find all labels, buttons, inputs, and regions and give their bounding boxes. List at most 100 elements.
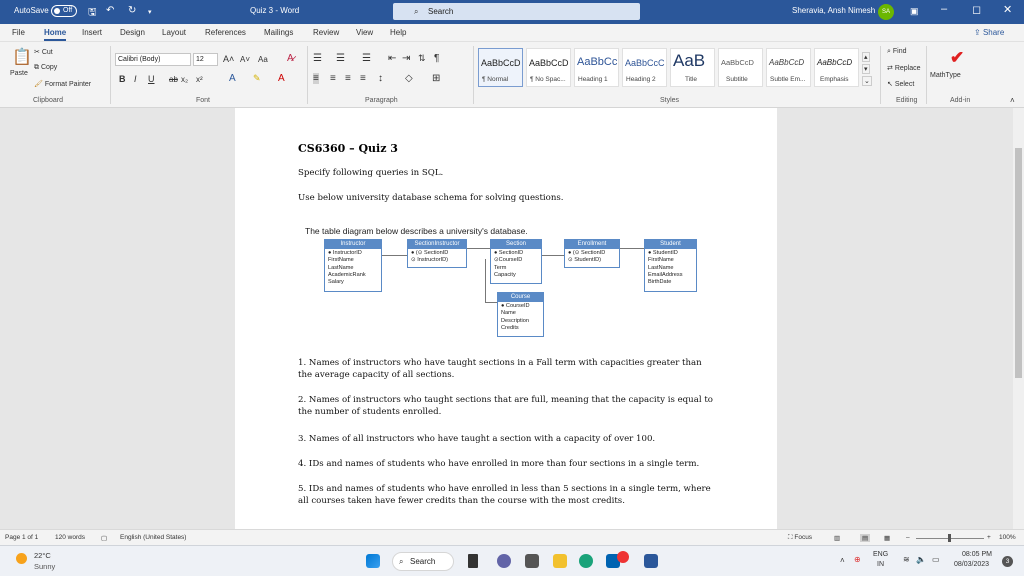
collapse-ribbon-icon[interactable]: ˄ bbox=[1010, 96, 1015, 105]
tab-review[interactable]: Review bbox=[313, 28, 339, 37]
document-page[interactable]: CS6360 – Quiz 3 Specify following querie… bbox=[235, 108, 777, 529]
select-button[interactable]: ↖ Select bbox=[887, 80, 914, 88]
zoom-level[interactable]: 100% bbox=[999, 534, 1016, 541]
superscript-icon[interactable]: x² bbox=[196, 75, 203, 84]
align-center-icon[interactable]: ≡ bbox=[330, 73, 336, 84]
wifi-icon[interactable]: ≋ bbox=[903, 555, 910, 564]
zoom-slider-thumb[interactable] bbox=[948, 534, 951, 542]
chrome-icon[interactable] bbox=[617, 551, 629, 563]
copy-button[interactable]: ⧉ Copy bbox=[34, 64, 57, 72]
find-button[interactable]: ⌕ Find bbox=[887, 48, 907, 56]
style-subtitle[interactable]: AaBbCcD Subtitle bbox=[718, 48, 763, 87]
read-mode-icon[interactable]: ▥ bbox=[834, 534, 840, 542]
decrease-indent-icon[interactable]: ⇤ bbox=[388, 53, 396, 64]
clock-date[interactable]: 08/03/2023 bbox=[954, 561, 989, 568]
taskbar-search[interactable]: ⌕ Search bbox=[392, 552, 454, 571]
tray-app-icon[interactable]: ⊕ bbox=[854, 555, 861, 564]
zoom-in-icon[interactable]: + bbox=[987, 534, 991, 541]
sort-icon[interactable]: ⇅ bbox=[418, 53, 426, 64]
clock-time[interactable]: 08:05 PM bbox=[962, 551, 992, 558]
cut-button[interactable]: ✂ Cut bbox=[34, 48, 53, 56]
shrink-font-icon[interactable]: A˅ bbox=[240, 55, 250, 64]
web-layout-icon[interactable]: ▦ bbox=[884, 534, 890, 542]
numbering-icon[interactable]: ☰ bbox=[336, 53, 345, 64]
align-left-icon[interactable]: ≡ bbox=[313, 73, 319, 84]
redo-icon[interactable]: ↻ bbox=[128, 5, 136, 16]
weather-temp[interactable]: 22°C bbox=[34, 551, 51, 560]
font-size-field[interactable]: 12 bbox=[193, 53, 218, 66]
scrollbar-thumb[interactable] bbox=[1015, 148, 1022, 378]
file-explorer-icon[interactable] bbox=[553, 554, 567, 568]
customize-qat-icon[interactable]: ▾ bbox=[148, 8, 152, 16]
zoom-out-icon[interactable]: – bbox=[906, 534, 910, 541]
lang-secondary[interactable]: IN bbox=[877, 561, 884, 568]
tab-help[interactable]: Help bbox=[390, 28, 406, 37]
style-title[interactable]: AaB Title bbox=[670, 48, 715, 87]
grow-font-icon[interactable]: A˄ bbox=[223, 54, 234, 64]
vertical-scrollbar[interactable] bbox=[1013, 108, 1024, 529]
multilevel-list-icon[interactable]: ☰ bbox=[362, 53, 371, 64]
volume-icon[interactable]: 🔈 bbox=[916, 555, 926, 564]
tray-chevron-icon[interactable]: ˄ bbox=[840, 556, 845, 565]
tab-mailings[interactable]: Mailings bbox=[264, 28, 293, 37]
style-no-spacing[interactable]: AaBbCcD ¶ No Spac... bbox=[526, 48, 571, 87]
tab-home[interactable]: Home bbox=[44, 28, 67, 41]
user-name[interactable]: Sheravia, Ansh Nimesh bbox=[792, 6, 875, 15]
font-color-icon[interactable]: A bbox=[278, 73, 285, 84]
paste-icon[interactable]: 📋 bbox=[12, 47, 32, 67]
start-icon[interactable] bbox=[366, 554, 380, 568]
task-view-icon[interactable] bbox=[468, 554, 478, 568]
tab-view[interactable]: View bbox=[356, 28, 373, 37]
paste-button[interactable]: Paste bbox=[10, 70, 28, 77]
notification-badge[interactable]: 3 bbox=[1002, 556, 1013, 567]
style-normal[interactable]: AaBbCcD ¶ Normal bbox=[478, 48, 523, 87]
tab-references[interactable]: References bbox=[205, 28, 246, 37]
style-heading-1[interactable]: AaBbCc Heading 1 bbox=[574, 48, 619, 87]
print-layout-icon[interactable]: ▤ bbox=[860, 534, 871, 542]
proofing-icon[interactable]: ▢ bbox=[101, 534, 107, 542]
style-emphasis[interactable]: AaBbCcD Emphasis bbox=[814, 48, 859, 87]
sun-icon[interactable] bbox=[16, 553, 27, 564]
clear-formatting-icon[interactable]: A̷ bbox=[287, 53, 294, 64]
widgets-icon[interactable] bbox=[525, 554, 539, 568]
ribbon-display-icon[interactable]: ▣ bbox=[910, 6, 919, 17]
format-painter-button[interactable]: 🖌 Format Painter bbox=[34, 80, 91, 88]
word-icon[interactable] bbox=[644, 554, 658, 568]
minimize-icon[interactable]: – bbox=[941, 3, 947, 15]
highlight-icon[interactable]: ✎ bbox=[253, 73, 261, 84]
replace-button[interactable]: ⇄ Replace bbox=[887, 64, 921, 72]
search-box[interactable]: ⌕ Search bbox=[393, 3, 640, 20]
change-case-button[interactable]: Aa bbox=[258, 55, 268, 64]
shading-icon[interactable]: ◇ bbox=[405, 73, 413, 84]
font-name-field[interactable]: Calibri (Body) bbox=[115, 53, 191, 66]
maximize-icon[interactable]: ◻ bbox=[972, 3, 981, 16]
italic-icon[interactable]: I bbox=[134, 74, 137, 84]
style-heading-2[interactable]: AaBbCcC Heading 2 bbox=[622, 48, 667, 87]
line-spacing-icon[interactable]: ↕ bbox=[378, 73, 383, 84]
align-right-icon[interactable]: ≡ bbox=[345, 73, 351, 84]
increase-indent-icon[interactable]: ⇥ bbox=[402, 53, 410, 64]
lang-primary[interactable]: ENG bbox=[873, 551, 888, 558]
strikethrough-icon[interactable]: ab bbox=[169, 75, 178, 84]
language-status[interactable]: English (United States) bbox=[120, 534, 186, 541]
styles-scroll-down-icon[interactable]: ▾ bbox=[862, 64, 870, 74]
tab-file[interactable]: File bbox=[12, 28, 25, 37]
focus-button[interactable]: ⛶ Focus bbox=[788, 534, 812, 542]
style-subtle-emphasis[interactable]: AaBbCcD Subtle Em... bbox=[766, 48, 811, 87]
weather-desc[interactable]: Sunny bbox=[34, 562, 55, 571]
tab-insert[interactable]: Insert bbox=[82, 28, 102, 37]
underline-icon[interactable]: U bbox=[148, 74, 155, 84]
mathtype-icon[interactable]: ✔ bbox=[950, 48, 964, 68]
battery-icon[interactable]: ▭ bbox=[932, 555, 940, 564]
page-count[interactable]: Page 1 of 1 bbox=[5, 534, 38, 541]
tab-design[interactable]: Design bbox=[120, 28, 145, 37]
bullets-icon[interactable]: ☰ bbox=[313, 53, 322, 64]
autosave-toggle[interactable]: Off bbox=[51, 5, 77, 17]
close-icon[interactable]: ✕ bbox=[1003, 3, 1012, 16]
mathtype-button[interactable]: MathType bbox=[930, 72, 961, 79]
teams-icon[interactable] bbox=[497, 554, 511, 568]
borders-icon[interactable]: ⊞ bbox=[432, 73, 440, 84]
edge-icon[interactable] bbox=[579, 554, 593, 568]
justify-icon[interactable]: ≡ bbox=[360, 73, 366, 84]
tab-layout[interactable]: Layout bbox=[162, 28, 186, 37]
